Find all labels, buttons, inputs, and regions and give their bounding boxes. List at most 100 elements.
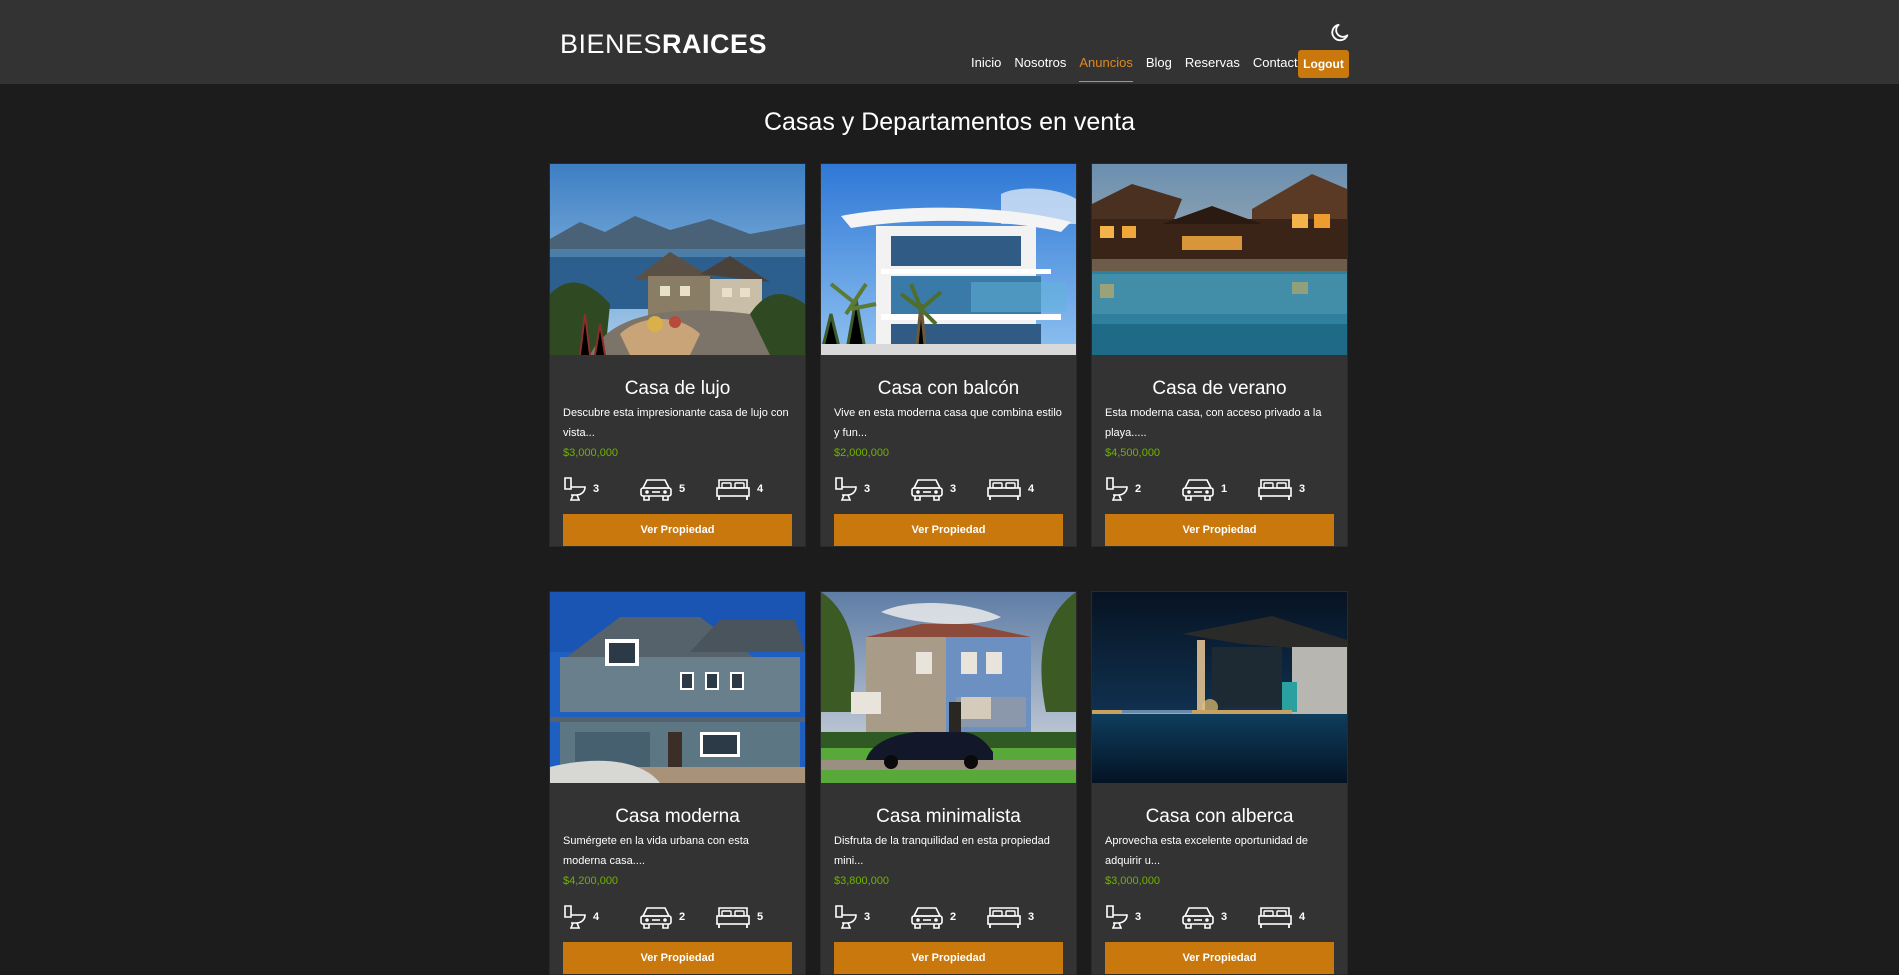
feature-parking: 3 [1181, 904, 1257, 930]
listing-content: Casa moderna Sumérgete en la vida urbana… [550, 783, 805, 974]
listing-photo [1092, 592, 1347, 783]
listing-card-5: Casa minimalista Disfruta de la tranquil… [820, 591, 1077, 975]
bathrooms-count: 3 [864, 911, 871, 923]
feature-bathrooms: 3 [834, 904, 910, 930]
bedrooms-count: 4 [757, 483, 764, 495]
view-property-button[interactable]: Ver Propiedad [834, 942, 1063, 974]
bathrooms-count: 3 [1135, 911, 1142, 923]
listing-card-2: Casa con balcón Vive en esta moderna cas… [820, 163, 1077, 547]
listing-photo [550, 592, 805, 783]
car-icon [911, 479, 943, 501]
listing-card-6: Casa con alberca Aprovecha esta excelent… [1091, 591, 1348, 975]
view-property-button[interactable]: Ver Propiedad [563, 942, 792, 974]
photo-modern-balcony-house [821, 164, 1076, 355]
listing-price: $2,000,000 [834, 447, 890, 459]
parking-count: 3 [1221, 911, 1228, 923]
bed-icon [716, 479, 750, 500]
site-logo[interactable]: BIENESRAICES [560, 31, 767, 58]
toilet-icon [1106, 477, 1128, 501]
listing-title: Casa minimalista [876, 806, 1021, 827]
listing-content: Casa con alberca Aprovecha esta excelent… [1092, 783, 1347, 974]
page-title: Casas y Departamentos en venta [763, 108, 1136, 136]
feature-parking: 3 [910, 476, 986, 502]
bathrooms-count: 2 [1135, 483, 1142, 495]
main-nav: Inicio Nosotros Anuncios Blog Reservas C… [971, 52, 1318, 82]
toilet-icon [564, 477, 586, 501]
photo-brick-house-with-car [821, 592, 1076, 783]
listing-description: Descubre esta impresionante casa de lujo… [563, 407, 789, 439]
listing-card-1: Casa de lujo Descubre esta impresionante… [549, 163, 806, 547]
moon-icon[interactable] [1329, 22, 1351, 44]
parking-count: 2 [950, 911, 957, 923]
view-property-button[interactable]: Ver Propiedad [1105, 514, 1334, 546]
toilet-icon [1106, 905, 1128, 929]
listing-features: 4 2 5 [563, 900, 792, 934]
feature-bedrooms: 4 [986, 476, 1062, 502]
listing-title: Casa de lujo [624, 378, 731, 399]
nav-reservas[interactable]: Reservas [1185, 52, 1240, 82]
toilet-icon [835, 477, 857, 501]
bed-icon [987, 907, 1021, 928]
feature-bathrooms: 4 [563, 904, 639, 930]
listing-title: Casa con alberca [1145, 806, 1294, 827]
feature-bathrooms: 3 [1105, 904, 1181, 930]
bed-icon [987, 479, 1021, 500]
listing-title: Casa moderna [615, 806, 740, 827]
bathrooms-count: 3 [593, 483, 600, 495]
car-icon [911, 907, 943, 929]
nav-inicio[interactable]: Inicio [971, 52, 1001, 82]
view-property-button[interactable]: Ver Propiedad [563, 514, 792, 546]
feature-bedrooms: 4 [715, 476, 791, 502]
bathrooms-count: 4 [593, 911, 600, 923]
bed-icon [716, 907, 750, 928]
bathrooms-count: 3 [864, 483, 871, 495]
feature-bedrooms: 3 [986, 904, 1062, 930]
feature-bathrooms: 3 [563, 476, 639, 502]
listing-content: Casa de lujo Descubre esta impresionante… [550, 355, 805, 546]
listing-features: 3 3 4 [1105, 900, 1334, 934]
listing-description: Aprovecha esta excelente oportunidad de … [1105, 835, 1309, 867]
nav-nosotros[interactable]: Nosotros [1014, 52, 1066, 82]
bedrooms-count: 4 [1028, 483, 1035, 495]
feature-bathrooms: 3 [834, 476, 910, 502]
nav-anuncios[interactable]: Anuncios [1079, 52, 1134, 82]
feature-parking: 5 [639, 476, 715, 502]
listing-card-4: Casa moderna Sumérgete en la vida urbana… [549, 591, 806, 975]
feature-parking: 2 [639, 904, 715, 930]
listing-photo [821, 592, 1076, 783]
logo-text-light: BIENES [560, 29, 663, 59]
listing-price: $4,200,000 [563, 875, 619, 887]
photo-lodge-with-pool [1092, 164, 1347, 355]
view-property-button[interactable]: Ver Propiedad [834, 514, 1063, 546]
car-icon [1182, 907, 1214, 929]
parking-count: 2 [679, 911, 686, 923]
parking-count: 1 [1221, 483, 1228, 495]
bedrooms-count: 3 [1028, 911, 1035, 923]
listing-content: Casa con balcón Vive en esta moderna cas… [821, 355, 1076, 546]
car-icon [640, 907, 672, 929]
listing-content: Casa de verano Esta moderna casa, con ac… [1092, 355, 1347, 546]
listing-photo [1092, 164, 1347, 355]
listing-content: Casa minimalista Disfruta de la tranquil… [821, 783, 1076, 974]
nav-blog[interactable]: Blog [1146, 52, 1172, 82]
listing-title: Casa con balcón [877, 378, 1020, 399]
listing-features: 3 3 4 [834, 472, 1063, 506]
logout-button[interactable]: Logout [1298, 50, 1349, 78]
view-property-button[interactable]: Ver Propiedad [1105, 942, 1334, 974]
toilet-icon [564, 905, 586, 929]
feature-bedrooms: 3 [1257, 476, 1333, 502]
photo-blue-suburban-house [550, 592, 805, 783]
listing-photo [821, 164, 1076, 355]
parking-count: 3 [950, 483, 957, 495]
feature-parking: 1 [1181, 476, 1257, 502]
listing-price: $3,000,000 [563, 447, 619, 459]
photo-night-house-with-pool [1092, 592, 1347, 783]
listing-price: $3,000,000 [1105, 875, 1161, 887]
listing-description: Vive en esta moderna casa que combina es… [834, 407, 1062, 439]
logo-text-bold: RAICES [662, 29, 768, 59]
listing-description: Esta moderna casa, con acceso privado a … [1105, 407, 1322, 439]
listing-description: Disfruta de la tranquilidad en esta prop… [834, 835, 1050, 867]
listing-title: Casa de verano [1152, 378, 1287, 399]
listing-price: $4,500,000 [1105, 447, 1161, 459]
listing-features: 3 5 4 [563, 472, 792, 506]
